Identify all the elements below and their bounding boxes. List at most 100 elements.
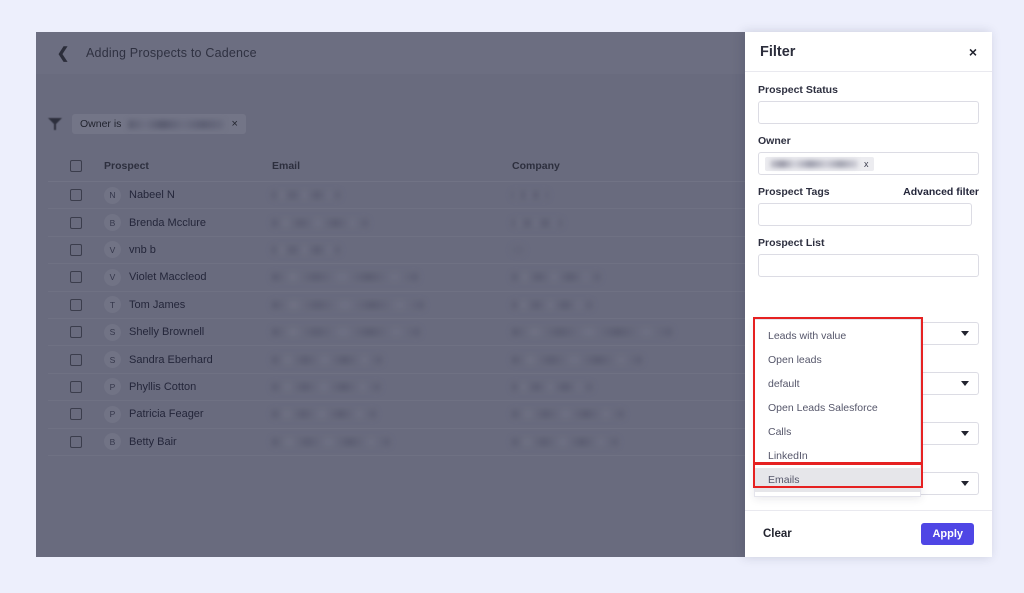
column-header-prospect[interactable]: Prospect <box>104 160 272 172</box>
company-cell <box>512 296 752 314</box>
email-cell <box>272 268 512 286</box>
row-select-cell <box>48 326 104 339</box>
apply-button[interactable]: Apply <box>921 523 974 545</box>
prospect-name: Brenda Mcclure <box>129 216 207 229</box>
filter-chip-owner[interactable]: Owner is × <box>72 114 246 134</box>
avatar: V <box>104 268 121 286</box>
dropdown-option-calls[interactable]: Calls <box>755 420 920 444</box>
prospect-cell: P Patricia Feager <box>104 405 272 423</box>
company-redacted <box>512 245 524 254</box>
row-checkbox[interactable] <box>70 353 82 366</box>
column-header-email[interactable]: Email <box>272 160 512 172</box>
dropdown-option-open-leads-salesforce[interactable]: Open Leads Salesforce <box>755 396 920 420</box>
filter-drawer-header: Filter × <box>745 32 992 72</box>
row-checkbox[interactable] <box>70 243 82 256</box>
company-cell <box>512 378 752 396</box>
label-prospect-status: Prospect Status <box>758 84 838 96</box>
prospect-cell: N Nabeel N <box>104 186 272 204</box>
email-cell <box>272 351 512 369</box>
row-select-cell <box>48 189 104 202</box>
avatar: T <box>104 296 121 314</box>
email-cell <box>272 296 512 314</box>
email-redacted <box>272 382 380 391</box>
company-redacted <box>512 437 618 446</box>
row-select-cell <box>48 216 104 229</box>
company-redacted <box>512 191 548 200</box>
prospect-cell: B Brenda Mcclure <box>104 214 272 232</box>
select-all-checkbox[interactable] <box>70 159 82 172</box>
filter-drawer-footer: Clear Apply <box>745 510 992 557</box>
company-redacted <box>512 218 562 227</box>
prospect-name: vnb b <box>129 243 156 256</box>
company-cell <box>512 433 752 451</box>
row-checkbox[interactable] <box>70 435 82 448</box>
row-checkbox[interactable] <box>70 298 82 311</box>
row-select-cell <box>48 353 104 366</box>
page-title: Adding Prospects to Cadence <box>86 46 257 60</box>
row-checkbox[interactable] <box>70 408 82 421</box>
prospect-name: Violet Maccleod <box>129 271 207 284</box>
email-redacted <box>272 191 340 200</box>
advanced-filter-link[interactable]: Advanced filter <box>903 186 979 198</box>
clear-button[interactable]: Clear <box>763 528 792 540</box>
avatar: P <box>104 378 121 396</box>
row-checkbox[interactable] <box>70 380 82 393</box>
avatar: N <box>104 186 121 204</box>
prospect-status-input[interactable] <box>758 101 979 124</box>
email-redacted <box>272 355 382 364</box>
dropdown-option-emails[interactable]: Emails <box>755 468 920 492</box>
email-redacted <box>272 218 368 227</box>
prospect-cell: S Sandra Eberhard <box>104 351 272 369</box>
active-filter-chip-row: Owner is × <box>48 114 246 134</box>
company-cell <box>512 405 752 423</box>
owner-token-remove-icon[interactable]: x <box>864 159 869 169</box>
company-cell <box>512 186 752 204</box>
column-header-company[interactable]: Company <box>512 160 752 172</box>
company-redacted <box>512 300 592 309</box>
company-redacted <box>512 355 642 364</box>
dropdown-option-leads-with-value[interactable]: Leads with value <box>755 324 920 348</box>
company-redacted <box>512 382 592 391</box>
filter-chip-value-redacted <box>128 119 225 129</box>
prospect-tags-input[interactable] <box>758 203 972 226</box>
prospect-name: Nabeel N <box>129 189 175 202</box>
filter-chip-remove-icon[interactable]: × <box>231 118 237 130</box>
company-cell <box>512 268 752 286</box>
prospect-name: Phyllis Cotton <box>129 380 197 393</box>
email-redacted <box>272 410 376 419</box>
close-icon[interactable]: × <box>969 45 977 59</box>
row-select-cell <box>48 408 104 421</box>
chevron-left-icon[interactable]: ❮ <box>54 44 72 62</box>
prospect-name: Sandra Eberhard <box>129 353 213 366</box>
row-select-cell <box>48 435 104 448</box>
email-redacted <box>272 437 390 446</box>
screenshot-root: ❮ Adding Prospects to Cadence Owner is ×… <box>0 0 1024 593</box>
company-redacted <box>512 410 624 419</box>
prospect-cell: Vvnb b <box>104 241 272 259</box>
label-owner: Owner <box>758 135 791 147</box>
dropdown-option-default[interactable]: default <box>755 372 920 396</box>
company-redacted <box>512 273 600 282</box>
row-checkbox[interactable] <box>70 326 82 339</box>
dropdown-option-linkedin[interactable]: LinkedIn <box>755 444 920 468</box>
chevron-down-icon <box>961 481 969 486</box>
owner-input[interactable]: x <box>758 152 979 175</box>
prospect-cell: V Violet Maccleod <box>104 268 272 286</box>
avatar: V <box>104 241 121 259</box>
prospect-cell: S Shelly Brownell <box>104 323 272 341</box>
funnel-icon <box>48 118 62 130</box>
row-select-cell <box>48 243 104 256</box>
filter-chip-label: Owner is <box>80 118 122 130</box>
row-checkbox[interactable] <box>70 189 82 202</box>
prospect-list-input[interactable] <box>758 254 979 277</box>
dropdown-option-open-leads[interactable]: Open leads <box>755 348 920 372</box>
company-cell <box>512 214 752 232</box>
filter-drawer-body: Prospect Status Owner x Prospect Tags Ad… <box>745 72 992 510</box>
email-cell <box>272 378 512 396</box>
prospect-list-dropdown[interactable]: Leads with value Open leads default Open Le… <box>754 319 921 497</box>
row-checkbox[interactable] <box>70 216 82 229</box>
row-checkbox[interactable] <box>70 271 82 284</box>
prospect-name: Shelly Brownell <box>129 326 205 339</box>
row-select-cell <box>48 271 104 284</box>
email-cell <box>272 241 512 259</box>
